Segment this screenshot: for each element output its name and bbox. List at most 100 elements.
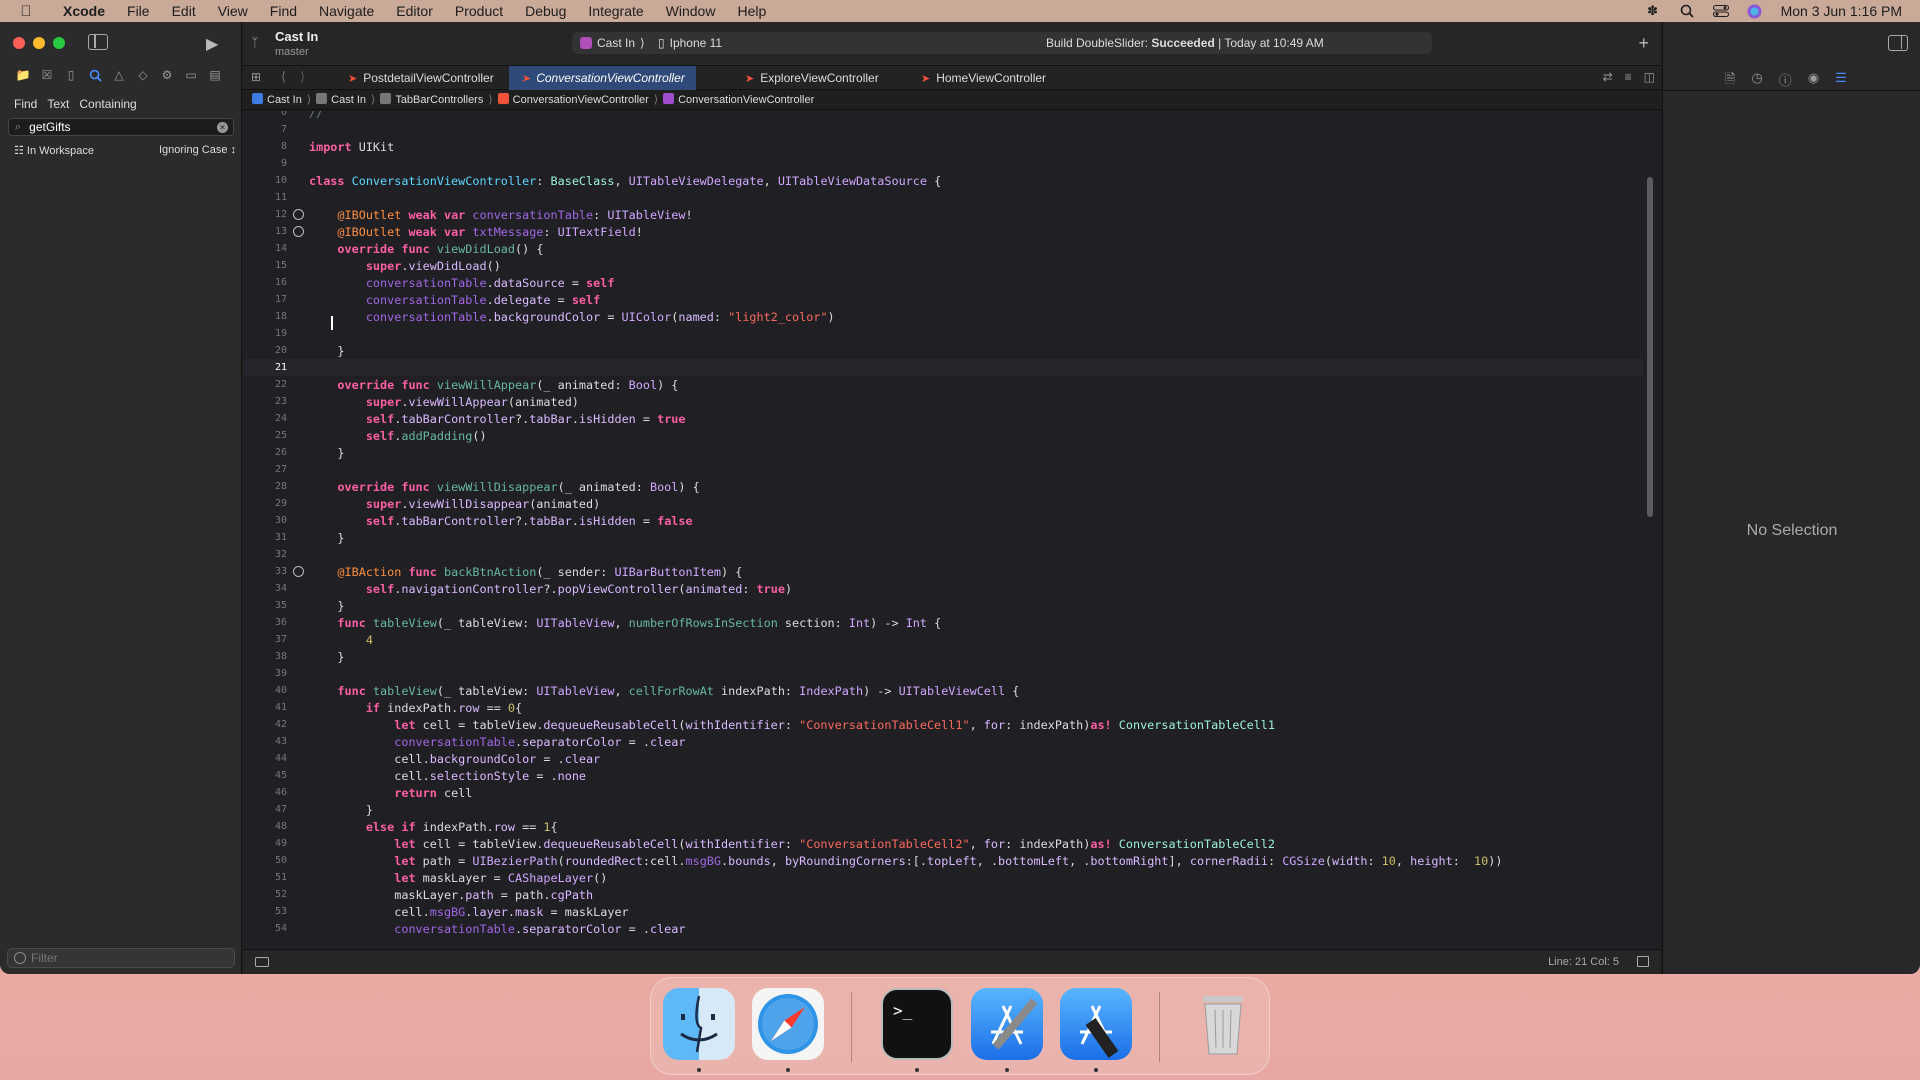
line-number[interactable]: 16 <box>243 277 287 288</box>
split-editor-icon[interactable]: ◫ <box>1644 70 1655 84</box>
branch-name[interactable]: master <box>275 46 309 58</box>
line-number[interactable]: 15 <box>243 260 287 271</box>
breadcrumb-group[interactable]: Cast In <box>316 93 366 106</box>
editor-options-icon[interactable]: ≡ <box>1625 70 1632 84</box>
code-line[interactable]: 54 conversationTable.separatorColor = .c… <box>243 920 1643 937</box>
code-line[interactable]: 15 super.viewDidLoad() <box>243 257 1643 274</box>
code-line[interactable]: 19 <box>243 325 1643 342</box>
sidebar-toggle-icon[interactable] <box>88 34 108 50</box>
code-line[interactable]: 17 conversationTable.delegate = self <box>243 291 1643 308</box>
line-number[interactable]: 26 <box>243 447 287 458</box>
line-number[interactable]: 13 <box>243 226 287 237</box>
code-line[interactable]: 31 } <box>243 529 1643 546</box>
line-number[interactable]: 45 <box>243 770 287 781</box>
menu-integrate[interactable]: Integrate <box>577 3 654 19</box>
outlet-connection-icon[interactable] <box>292 226 304 237</box>
line-number[interactable]: 36 <box>243 617 287 628</box>
breadcrumb-project[interactable]: Cast In <box>252 93 302 106</box>
line-number[interactable]: 38 <box>243 651 287 662</box>
code-line[interactable]: 32 <box>243 546 1643 563</box>
line-number[interactable]: 43 <box>243 736 287 747</box>
code-line[interactable]: 33 @IBAction func backBtnAction(_ sender… <box>243 563 1643 580</box>
project-navigator-icon[interactable]: 📁 <box>16 68 31 82</box>
line-number[interactable]: 50 <box>243 855 287 866</box>
related-items-grid-icon[interactable]: ⊞ <box>251 70 261 84</box>
code-line[interactable]: 47 } <box>243 801 1643 818</box>
terminal-icon[interactable]: >_ <box>881 988 953 1060</box>
code-line[interactable]: 14 override func viewDidLoad() { <box>243 240 1643 257</box>
bookmark-navigator-icon[interactable]: ▯ <box>64 68 78 82</box>
xcode-icon[interactable] <box>971 988 1043 1060</box>
line-number[interactable]: 31 <box>243 532 287 543</box>
line-number[interactable]: 10 <box>243 175 287 186</box>
code-line[interactable]: 6 // <box>243 111 1643 121</box>
code-line[interactable]: 27 <box>243 461 1643 478</box>
code-line[interactable]: 42 let cell = tableView.dequeueReusableC… <box>243 716 1643 733</box>
safari-icon[interactable] <box>752 988 824 1060</box>
tab-explore[interactable]: ➤ ExploreViewController <box>733 66 891 90</box>
quick-help-icon[interactable]: ⓘ <box>1779 70 1792 92</box>
code-line[interactable]: 46 return cell <box>243 784 1643 801</box>
history-inspector-icon[interactable]: ◷ <box>1751 70 1762 92</box>
code-line[interactable]: 20 } <box>243 342 1643 359</box>
menu-product[interactable]: Product <box>444 3 514 19</box>
siri-icon[interactable] <box>1747 3 1763 19</box>
breadcrumb-file[interactable]: ConversationViewController <box>497 93 649 106</box>
tab-home[interactable]: ➤ HomeViewController <box>909 66 1058 90</box>
code-line[interactable]: 22 override func viewWillAppear(_ animat… <box>243 376 1643 393</box>
code-line[interactable]: 44 cell.backgroundColor = .clear <box>243 750 1643 767</box>
breadcrumb-folder[interactable]: TabBarControllers <box>380 93 483 106</box>
menu-find[interactable]: Find <box>259 3 308 19</box>
code-line[interactable]: 52 maskLayer.path = path.cgPath <box>243 886 1643 903</box>
find-mode-type[interactable]: Text <box>47 97 69 111</box>
debug-area-toggle-icon[interactable] <box>255 957 269 967</box>
line-number[interactable]: 52 <box>243 889 287 900</box>
attributes-inspector-icon[interactable]: ☰ <box>1835 70 1847 92</box>
line-number[interactable]: 47 <box>243 804 287 815</box>
line-number[interactable]: 44 <box>243 753 287 764</box>
code-line[interactable]: 23 super.viewWillAppear(animated) <box>243 393 1643 410</box>
line-number[interactable]: 46 <box>243 787 287 798</box>
navigator-filter-field[interactable]: Filter <box>7 948 235 968</box>
line-number[interactable]: 54 <box>243 923 287 934</box>
line-number[interactable]: 35 <box>243 600 287 611</box>
run-button[interactable]: ▶ <box>206 34 218 54</box>
line-number[interactable]: 42 <box>243 719 287 730</box>
find-mode-action[interactable]: Find <box>14 97 37 111</box>
code-line[interactable]: 35 } <box>243 597 1643 614</box>
line-number[interactable]: 19 <box>243 328 287 339</box>
code-line[interactable]: 24 self.tabBarController?.tabBar.isHidde… <box>243 410 1643 427</box>
line-number[interactable]: 20 <box>243 345 287 356</box>
line-number[interactable]: 11 <box>243 192 287 203</box>
trash-icon[interactable] <box>1187 988 1259 1060</box>
line-number[interactable]: 39 <box>243 668 287 679</box>
outlet-connection-icon[interactable] <box>292 566 304 577</box>
zoom-window-button[interactable] <box>53 37 65 49</box>
breadcrumb-class[interactable]: ConversationViewController <box>663 93 814 106</box>
finder-icon[interactable] <box>663 988 735 1060</box>
code-line[interactable]: 41 if indexPath.row == 0{ <box>243 699 1643 716</box>
toggle-related-icon[interactable]: ⇄ <box>1603 70 1613 84</box>
find-search-field[interactable]: ⌕ getGifts ✕ <box>8 118 234 136</box>
line-number[interactable]: 14 <box>243 243 287 254</box>
line-number[interactable]: 6 <box>243 111 287 118</box>
menu-edit[interactable]: Edit <box>161 3 207 19</box>
line-number[interactable]: 7 <box>243 124 287 135</box>
navigate-forward-icon[interactable]: ⟩ <box>300 69 305 85</box>
line-number[interactable]: 53 <box>243 906 287 917</box>
search-scope-button[interactable]: ☷ In Workspace <box>14 144 94 157</box>
line-number[interactable]: 12 <box>243 209 287 220</box>
line-number[interactable]: 28 <box>243 481 287 492</box>
code-line[interactable]: 29 super.viewWillDisappear(animated) <box>243 495 1643 512</box>
menu-app-name[interactable]: Xcode <box>52 3 116 19</box>
editor-scrollbar[interactable] <box>1647 177 1653 517</box>
minimap-toggle-icon[interactable] <box>1637 956 1649 967</box>
scheme-selector[interactable]: Cast In ⟩ <box>580 36 645 50</box>
file-inspector-icon[interactable]: 🗎 <box>1725 70 1735 92</box>
line-number[interactable]: 18 <box>243 311 287 322</box>
spotlight-search-icon[interactable] <box>1679 3 1695 19</box>
code-line[interactable]: 50 let path = UIBezierPath(roundedRect:c… <box>243 852 1643 869</box>
code-line[interactable]: 39 <box>243 665 1643 682</box>
test-navigator-icon[interactable]: ◇ <box>136 68 150 82</box>
code-line[interactable]: 16 conversationTable.dataSource = self <box>243 274 1643 291</box>
